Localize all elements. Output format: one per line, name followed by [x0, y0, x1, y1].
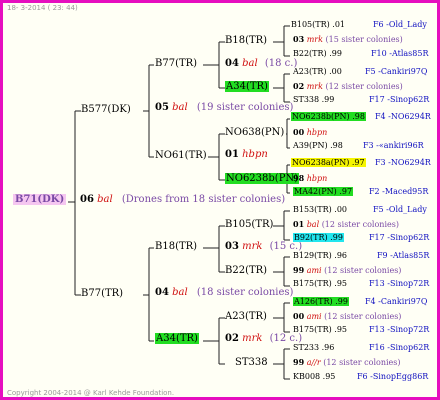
leaf-info: 00 ami (12 sister colonies): [293, 311, 402, 321]
leaf-apiary: F3 -NO6294R: [375, 158, 431, 167]
gen2-d-symbol: mrk: [242, 333, 263, 344]
gen2-c-symbol: mrk: [242, 241, 263, 252]
leaf-parent1[interactable]: NO6238a(PN) .97: [291, 158, 366, 167]
leaf-parent1[interactable]: A126(TR) .99: [293, 297, 349, 306]
leaf-apiary: F4 -Cankiri97Q: [365, 297, 428, 306]
leaf-info: 98 hbpn: [293, 173, 328, 183]
gen3-a2-id: A34(TR): [225, 81, 269, 92]
gen2-c-info: 03 mrk (15 c.): [225, 242, 302, 252]
leaf-parent2[interactable]: KB008 .95: [293, 373, 335, 381]
leaf-parent1[interactable]: A23(TR) .00: [293, 68, 342, 76]
gen2-a-number: 04: [225, 58, 239, 69]
gen2-b-number: 01: [225, 149, 239, 160]
copyright-footer: Copyright 2004-2014 @ Karl Kehde Foundat…: [7, 389, 175, 397]
leaf-apiary: F10 -Atlas85R: [371, 49, 429, 58]
gen1-upper-note: (19 sister colonies): [196, 102, 294, 113]
leaf-parent1[interactable]: B153(TR) .00: [293, 206, 347, 214]
gen2-d-id: A34(TR): [155, 333, 199, 344]
gen3-c2-node[interactable]: B22(TR): [225, 266, 267, 276]
leaf-parent1[interactable]: NO6238b(PN) .98: [291, 112, 366, 121]
leaf-parent2[interactable]: MA42(PN) .97: [293, 187, 354, 196]
leaf-info: 99 a//r (12 sister colonies): [293, 357, 401, 367]
leaf-apiary: F2 -Maced95R: [369, 187, 429, 196]
root-number: 06: [80, 194, 94, 205]
leaf-apiary: F13 -Sinop72R: [369, 279, 430, 288]
leaf-apiary: F17 -Sinop62R: [369, 233, 430, 242]
leaf-apiary: F13 -Sinop72R: [369, 325, 430, 334]
leaf-apiary: F16 -Sinop62R: [369, 343, 430, 352]
leaf-info: 03 mrk (15 sister colonies): [293, 34, 403, 44]
gen1-upper-number: 05: [155, 102, 169, 113]
gen2-b-node[interactable]: NO61(TR): [155, 151, 207, 161]
root-id: B71(DK): [13, 194, 67, 205]
gen1-upper-info: 05 bal (19 sister colonies): [155, 103, 293, 113]
leaf-apiary: F3 -«ankiri96R: [363, 141, 424, 150]
leaf-parent2[interactable]: B92(TR) .99: [293, 233, 344, 242]
leaf-parent2[interactable]: ST338 .99: [293, 96, 334, 104]
leaf-parent1[interactable]: B129(TR) .96: [293, 252, 347, 260]
leaf-info: 01 bal (12 sister colonies): [293, 219, 399, 229]
gen2-d-info: 02 mrk (12 c.): [225, 334, 302, 344]
root-symbol: bal: [97, 194, 113, 205]
gen2-d-node[interactable]: A34(TR): [155, 333, 199, 344]
leaf-apiary: F17 -Sinop62R: [369, 95, 430, 104]
leaf-info: 99 ami (12 sister colonies): [293, 265, 402, 275]
root-drone-info: 06 bal (Drones from 18 sister colonies): [80, 195, 285, 205]
leaf-apiary: F6 -SinopEgg86R: [357, 372, 429, 381]
gen1-lower-node[interactable]: B77(TR): [81, 289, 123, 299]
leaf-parent2[interactable]: A39(PN) .98: [293, 142, 343, 150]
header-timestamp: 18- 3-2014 ( 23: 44): [7, 4, 78, 12]
leaf-apiary: F9 -Atlas85R: [377, 251, 430, 260]
gen3-b2-node[interactable]: NO6238b(PN): [225, 173, 300, 184]
gen3-d1-node[interactable]: A23(TR): [225, 312, 267, 322]
gen2-c-number: 03: [225, 241, 239, 252]
gen2-b-info: 01 hbpn: [225, 150, 268, 160]
gen3-a1-node[interactable]: B18(TR): [225, 36, 267, 46]
leaf-info: 00 hbpn: [293, 127, 328, 137]
gen3-b2-id: NO6238b(PN): [225, 173, 300, 184]
leaf-apiary: F5 -Old_Lady: [373, 205, 427, 214]
gen2-a-info: 04 bal (18 c.): [225, 59, 297, 69]
gen1-upper-symbol: bal: [172, 102, 188, 113]
gen2-d-number: 02: [225, 333, 239, 344]
gen3-b1-node[interactable]: NO638(PN): [225, 128, 284, 138]
leaf-parent2[interactable]: B22(TR) .99: [293, 50, 342, 58]
pedigree-frame: 18- 3-2014 ( 23: 44) Copyright 2004-2014…: [0, 0, 440, 400]
leaf-parent2[interactable]: B175(TR) .95: [293, 326, 347, 334]
gen3-c1-node[interactable]: B105(TR): [225, 220, 273, 230]
gen3-a2-node[interactable]: A34(TR): [225, 81, 269, 92]
gen1-lower-info: 04 bal (18 sister colonies): [155, 288, 293, 298]
leaf-parent1[interactable]: ST233 .96: [293, 344, 334, 352]
gen3-d2-node[interactable]: ST338: [235, 358, 268, 368]
leaf-apiary: F4 -NO6294R: [375, 112, 431, 121]
leaf-apiary: F6 -Old_Lady: [373, 20, 427, 29]
gen2-c-node[interactable]: B18(TR): [155, 242, 197, 252]
gen2-a-symbol: bal: [242, 58, 258, 69]
gen1-lower-number: 04: [155, 287, 169, 298]
root-note: (Drones from 18 sister colonies): [121, 194, 286, 205]
gen1-lower-note: (18 sister colonies): [196, 287, 294, 298]
root-node[interactable]: B71(DK): [13, 194, 67, 205]
leaf-parent1[interactable]: B105(TR) .01: [291, 21, 345, 29]
gen2-a-node[interactable]: B77(TR): [155, 59, 197, 69]
leaf-info: 02 mrk (12 sister colonies): [293, 81, 403, 91]
gen1-upper-node[interactable]: B577(DK): [81, 105, 131, 115]
leaf-apiary: F5 -Cankiri97Q: [365, 67, 428, 76]
gen2-b-symbol: hbpn: [242, 149, 268, 160]
gen1-lower-symbol: bal: [172, 287, 188, 298]
leaf-parent2[interactable]: B175(TR) .95: [293, 280, 347, 288]
